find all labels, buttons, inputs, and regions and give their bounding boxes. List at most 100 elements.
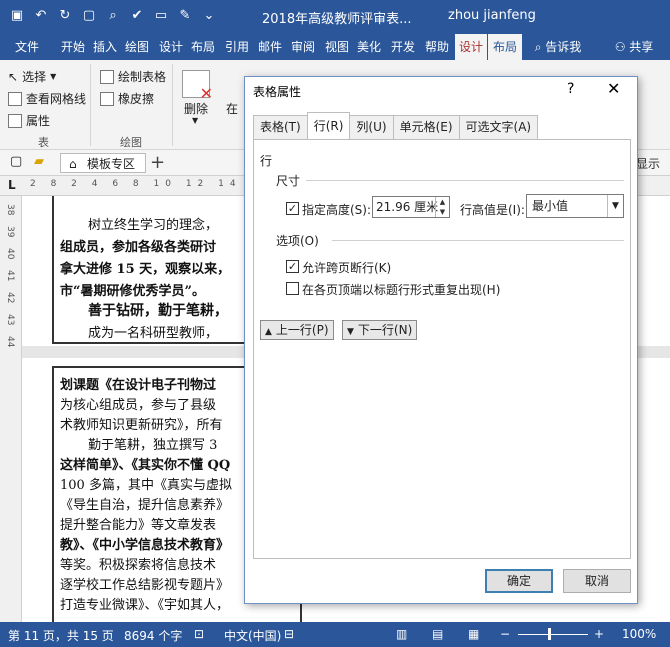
close-icon[interactable]: ✕ [607,79,620,98]
word-count[interactable]: 8694 个字 [124,627,182,644]
table-properties-dialog: 表格属性 ? ✕ 表格(T) 行(R) 列(U) 单元格(E) 可选文字(A) … [244,76,638,604]
macro-record-icon[interactable]: ⊟ [284,627,294,641]
tab-review[interactable]: 审阅 [288,34,318,60]
display-label[interactable]: 显示 [636,155,660,172]
allow-row-break-checkbox[interactable]: ✓ [286,260,299,273]
new-document-icon[interactable]: ▢ [80,6,98,26]
tab-table[interactable]: 表格(T) [253,115,308,139]
eraser-button[interactable]: 橡皮擦 [100,90,154,107]
cursor-icon: ↖ [8,69,19,84]
tab-insert[interactable]: 插入 [90,34,120,60]
row-height-input[interactable]: 21.96 厘米 ▲ ▼ [372,196,450,218]
chevron-down-icon[interactable]: ▼ [607,195,623,217]
ribbon-tabs: 文件 开始 插入 绘图 设计 布局 引用 邮件 审阅 视图 美化 开发 帮助 设… [0,34,670,60]
view-gridlines-button[interactable]: 查看网格线 [8,90,86,107]
row-heading: 行 [260,154,273,168]
doc-line: 教》、《中小学信息技术教育》 [60,538,230,553]
tab-cell[interactable]: 单元格(E) [392,115,460,139]
select-button[interactable]: ↖ 选择 ▼ [8,68,56,85]
checkmark-icon: ✓ [287,202,298,215]
tab-alt-text[interactable]: 可选文字(A) [458,115,539,139]
tab-developer[interactable]: 开发 [388,34,418,60]
tab-help[interactable]: 帮助 [422,34,452,60]
height-mode-select[interactable]: 最小值 ▼ [526,194,624,218]
share-button[interactable]: ⚇ 共享 [604,34,664,60]
draw-table-button[interactable]: 绘制表格 [100,68,166,85]
read-mode-icon[interactable]: ▥ [396,627,407,641]
dialog-title: 表格属性 [253,85,302,99]
tab-layout[interactable]: 布局 [188,34,218,60]
open-folder-icon[interactable]: ▭ [152,6,170,26]
doc-line: 术教师知识更新研究》，所有 [60,418,223,433]
user-name[interactable]: zhou jianfeng [448,8,536,23]
zoom-in-icon[interactable]: + [594,627,604,641]
row-tab-panel: 行 尺寸 ✓ 指定高度(S): 21.96 厘米 ▲ ▼ 行高值是(I): 最小值… [253,139,631,559]
new-tab-icon[interactable]: + [150,152,165,173]
person-icon: ⚇ [614,40,626,54]
redo-icon[interactable]: ↻ [56,6,74,26]
repeat-header-checkbox[interactable] [286,282,299,295]
tab-table-design[interactable]: 设计 [455,34,487,60]
tab-home[interactable]: 开始 [58,34,88,60]
insert-above-partial[interactable]: 在 [226,100,238,117]
tab-mailings[interactable]: 邮件 [255,34,285,60]
page-count[interactable]: 第 11 页，共 15 页 [8,627,114,644]
doc-line: 这样简单》、《其实你不懂 QQ [60,458,231,473]
checkmark-icon: ✓ [287,260,298,273]
specify-height-label[interactable]: 指定高度(S): [302,201,371,218]
status-bar: 第 11 页，共 15 页 8694 个字 ⊡ 中文(中国) ⊟ ▥ ▤ ▦ −… [0,622,670,647]
undo-icon[interactable]: ↶ [32,6,50,26]
vertical-ruler: 38 39 40 41 42 43 44 [0,196,22,622]
cancel-button[interactable]: 取消 [563,569,631,593]
language-indicator[interactable]: 中文(中国) [224,627,281,644]
help-button[interactable]: ? [567,81,574,97]
view-gridlines-label: 查看网格线 [26,92,87,106]
triangle-up-icon: ▲ [265,327,272,337]
group-label-table: 表 [38,136,49,149]
allow-row-break-label[interactable]: 允许跨页断行(K) [302,259,391,276]
tell-me-label: 告诉我 [545,40,582,54]
save-icon[interactable]: ▣ [8,6,26,26]
zoom-out-icon[interactable]: − [500,627,510,641]
zoom-slider[interactable] [518,634,588,635]
tell-me-search[interactable]: ⌕ 告诉我 [528,34,588,60]
proofing-icon[interactable]: ⊡ [194,627,204,641]
previous-row-button[interactable]: ▲ 上一行(P) [260,320,334,340]
next-row-button[interactable]: ▼ 下一行(N) [342,320,418,340]
print-preview-icon[interactable]: ⌕ [104,6,122,26]
tab-column[interactable]: 列(U) [349,115,394,139]
title-bar: ▣ ↶ ↻ ▢ ⌕ ✔ ▭ ✎ ⌄ 2018年高级教师评审表... zhou j… [0,0,670,34]
new-file-icon[interactable]: ▢ [10,154,22,169]
tab-table-layout[interactable]: 布局 [488,34,522,60]
tab-design[interactable]: 设计 [156,34,186,60]
print-layout-icon[interactable]: ▤ [432,627,443,641]
section-divider [332,240,624,241]
zoom-level[interactable]: 100% [622,627,656,641]
check-icon[interactable]: ✔ [128,6,146,26]
group-separator [172,64,173,146]
previous-row-label: 上一行(P) [275,323,329,337]
repeat-header-label[interactable]: 在各页顶端以标题行形式重复出现(H) [302,281,500,298]
tab-references[interactable]: 引用 [222,34,252,60]
customize-toolbar-icon[interactable]: ⌄ [200,6,218,26]
tab-file[interactable]: 文件 [0,34,54,60]
template-zone-tab[interactable]: ⌂ 模板专区 [60,153,147,173]
ruler-mark: 40 [5,248,15,260]
doc-line: 提升整合能力》等文章发表 [60,518,217,533]
options-heading: 选项(O) [276,234,319,248]
doc-line: 成为一名科研型教师， [88,326,219,341]
tab-view[interactable]: 视图 [322,34,352,60]
tab-row[interactable]: 行(R) [306,112,351,139]
ok-button[interactable]: 确定 [485,569,553,593]
doc-line: 组成员，参加各级各类研讨 [60,240,217,255]
brush-icon[interactable]: ✎ [176,6,194,26]
folder-icon[interactable]: ▰ [34,154,44,169]
tab-beautify[interactable]: 美化 [354,34,384,60]
specify-height-checkbox[interactable]: ✓ [286,202,299,215]
height-spinner-arrows[interactable]: ▲ ▼ [435,197,449,217]
web-layout-icon[interactable]: ▦ [468,627,479,641]
tab-stop-icon[interactable]: L [8,178,16,192]
zoom-slider-thumb[interactable] [548,628,551,640]
properties-button[interactable]: 属性 [8,112,50,129]
tab-draw[interactable]: 绘图 [122,34,152,60]
